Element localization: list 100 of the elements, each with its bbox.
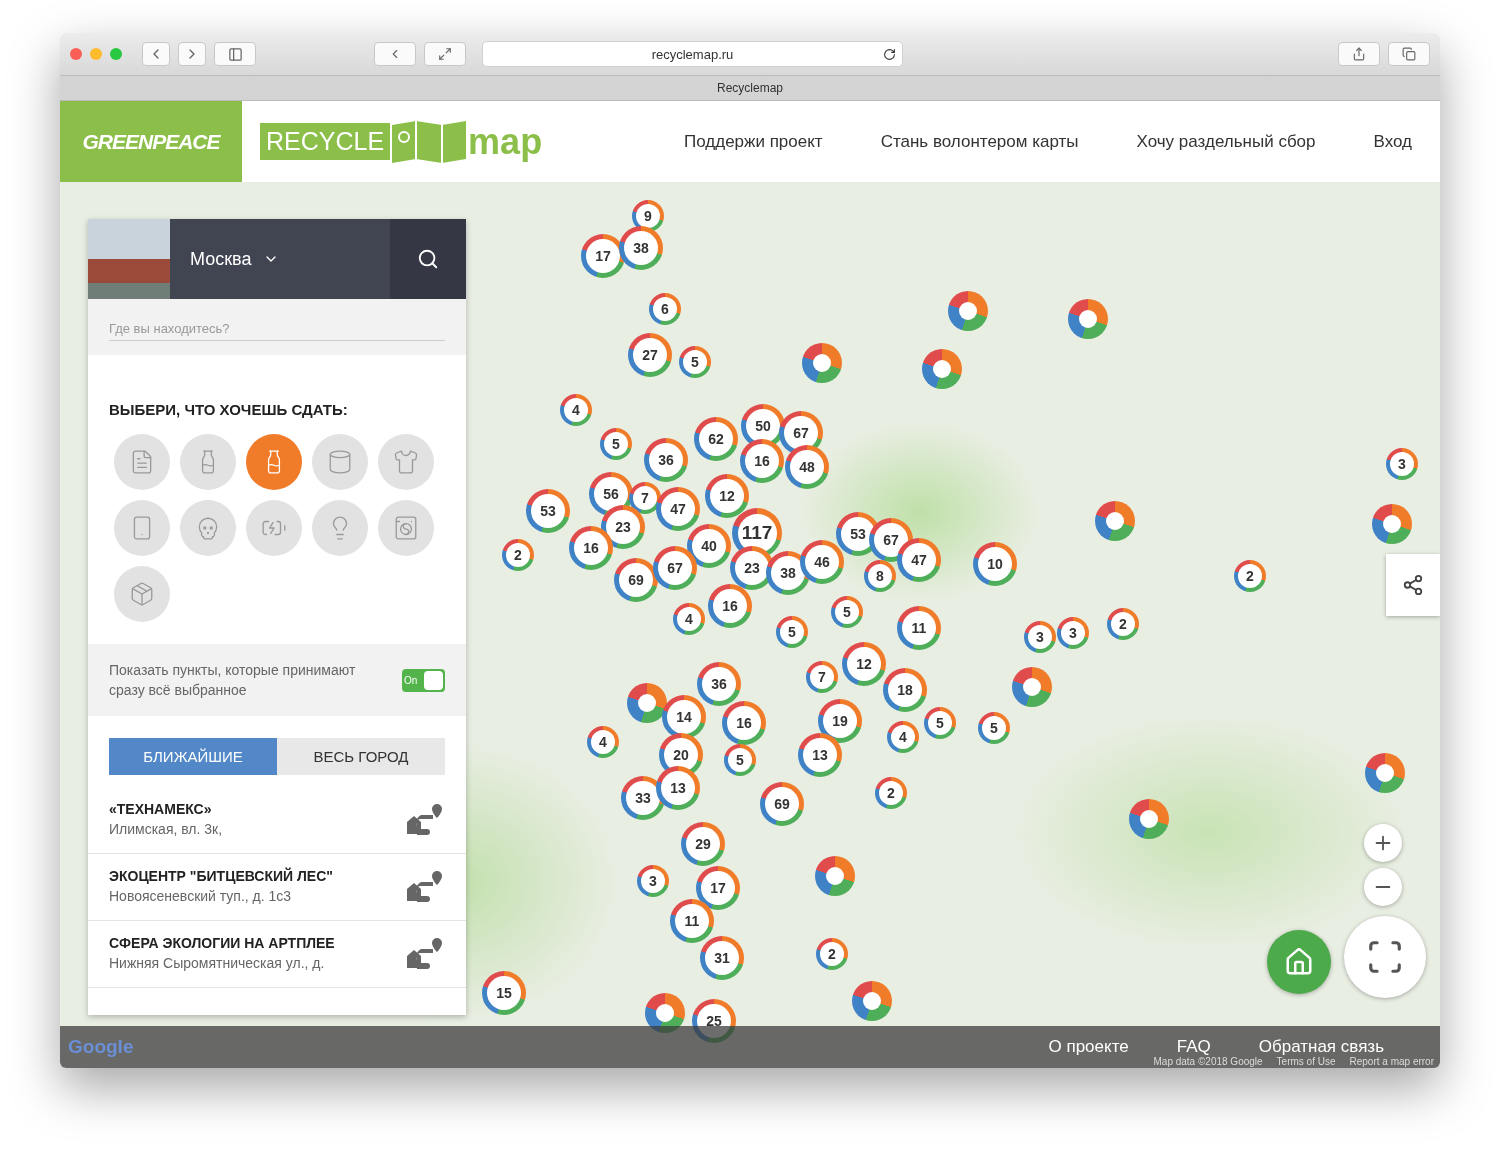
tabs-icon[interactable] <box>1402 47 1416 61</box>
cluster-marker[interactable]: 2 <box>502 539 534 571</box>
point-name[interactable]: ЭКОЦЕНТР "БИТЦЕВСКИЙ ЛЕС" <box>109 868 401 884</box>
city-dropdown[interactable]: Москва <box>170 219 390 299</box>
cluster-marker[interactable]: 14 <box>662 695 706 739</box>
category-button[interactable] <box>114 566 170 622</box>
tabs-button[interactable] <box>1388 42 1430 66</box>
cluster-marker[interactable]: 47 <box>656 487 700 531</box>
cluster-marker[interactable]: 10 <box>973 542 1017 586</box>
nav-link[interactable]: Хочу раздельный сбор <box>1136 131 1316 152</box>
location-field[interactable]: Где вы находитесь? <box>109 317 445 341</box>
map-attribution[interactable]: Terms of Use <box>1276 1056 1336 1067</box>
list-tab[interactable]: БЛИЖАЙШИЕ <box>109 738 277 775</box>
cluster-marker[interactable]: 47 <box>897 538 941 582</box>
cluster-marker[interactable]: 11 <box>670 899 714 943</box>
pie-marker-icon[interactable] <box>1129 799 1169 839</box>
zoom-window-button[interactable] <box>110 48 122 60</box>
cluster-marker[interactable]: 3 <box>637 865 669 897</box>
cluster-marker[interactable]: 12 <box>842 642 886 686</box>
cluster-marker[interactable]: 3 <box>1024 621 1056 653</box>
cluster-marker[interactable]: 69 <box>614 558 658 602</box>
share-icon[interactable] <box>1352 47 1366 61</box>
pie-marker-icon[interactable] <box>1095 501 1135 541</box>
cluster-marker[interactable]: 5 <box>978 712 1010 744</box>
cluster-marker[interactable]: 16 <box>740 439 784 483</box>
footer-link[interactable]: Обратная связь <box>1258 1037 1384 1057</box>
cluster-marker[interactable]: 9 <box>632 200 664 232</box>
category-button[interactable] <box>246 434 302 490</box>
cluster-marker[interactable]: 13 <box>798 733 842 777</box>
cluster-marker[interactable]: 33 <box>621 776 665 820</box>
location-search-panel[interactable]: Где вы находитесь? <box>88 299 466 355</box>
expand-icon[interactable] <box>438 47 452 61</box>
cluster-marker[interactable]: 5 <box>679 346 711 378</box>
sidebar-icon[interactable] <box>227 46 243 62</box>
can-icon[interactable] <box>327 449 353 475</box>
cluster-marker[interactable]: 17 <box>696 866 740 910</box>
cluster-marker[interactable]: 2 <box>1107 608 1139 640</box>
address-bar[interactable]: recyclemap.ru <box>482 41 903 67</box>
category-button[interactable] <box>378 500 434 556</box>
map-background[interactable] <box>60 182 1440 1068</box>
footer-link[interactable]: О проекте <box>1048 1037 1129 1057</box>
shirt-icon[interactable] <box>393 449 419 475</box>
nav-link[interactable]: Поддержи проект <box>684 131 823 152</box>
footer-link[interactable]: FAQ <box>1176 1037 1211 1057</box>
cluster-marker[interactable]: 36 <box>697 662 741 706</box>
cluster-marker[interactable]: 38 <box>619 226 663 270</box>
cluster-marker[interactable]: 40 <box>687 524 731 568</box>
pie-marker-icon[interactable] <box>1372 504 1412 544</box>
cluster-marker[interactable]: 4 <box>560 394 592 426</box>
cluster-marker[interactable]: 2 <box>816 938 848 970</box>
cluster-marker[interactable]: 2 <box>1234 560 1266 592</box>
share-icon[interactable] <box>1402 574 1424 596</box>
cluster-marker[interactable]: 67 <box>653 546 697 590</box>
cluster-marker[interactable]: 5 <box>600 428 632 460</box>
category-button[interactable] <box>114 500 170 556</box>
map-attribution[interactable]: Report a map error <box>1349 1056 1434 1067</box>
cluster-marker[interactable]: 7 <box>806 661 838 693</box>
add-point-button[interactable] <box>1267 930 1331 994</box>
cluster-marker[interactable]: 62 <box>694 417 738 461</box>
category-button[interactable] <box>114 434 170 490</box>
point-name[interactable]: СФЕРА ЭКОЛОГИИ НА АРТПЛЕЕ <box>109 935 401 951</box>
pie-marker-icon[interactable] <box>852 981 892 1021</box>
cluster-marker[interactable]: 48 <box>785 445 829 489</box>
category-button[interactable] <box>180 500 236 556</box>
pie-marker-icon[interactable] <box>815 856 855 896</box>
cluster-marker[interactable]: 5 <box>831 596 863 628</box>
cluster-marker[interactable]: 46 <box>800 540 844 584</box>
nav-link[interactable]: Стань волонтером карты <box>880 131 1079 152</box>
cluster-marker[interactable]: 3 <box>1057 617 1089 649</box>
box-icon[interactable] <box>129 581 155 607</box>
cluster-marker[interactable]: 16 <box>569 526 613 570</box>
cluster-marker[interactable]: 69 <box>760 782 804 826</box>
house-icon[interactable] <box>1284 947 1314 977</box>
category-button[interactable] <box>246 500 302 556</box>
category-button[interactable] <box>312 434 368 490</box>
search-icon[interactable] <box>417 248 439 270</box>
pie-marker-icon[interactable] <box>948 291 988 331</box>
point-name[interactable]: «ТЕХНАМЕКС» <box>109 801 401 817</box>
category-button[interactable] <box>312 500 368 556</box>
cluster-marker[interactable]: 27 <box>628 333 672 377</box>
cluster-marker[interactable]: 5 <box>924 707 956 739</box>
close-window-button[interactable] <box>70 48 82 60</box>
fullscreen-icon[interactable] <box>1366 938 1404 976</box>
reload-icon[interactable] <box>883 47 896 61</box>
cluster-marker[interactable]: 4 <box>887 721 919 753</box>
cluster-marker[interactable]: 36 <box>644 438 688 482</box>
cluster-marker[interactable]: 5 <box>724 744 756 776</box>
fit-view-button[interactable] <box>1344 916 1426 998</box>
pie-marker-icon[interactable] <box>1012 667 1052 707</box>
pie-marker-icon[interactable] <box>1068 299 1108 339</box>
list-tab[interactable]: ВЕСЬ ГОРОД <box>277 738 445 775</box>
cluster-marker[interactable]: 16 <box>722 701 766 745</box>
category-button[interactable] <box>378 434 434 490</box>
cluster-marker[interactable]: 4 <box>587 726 619 758</box>
cluster-marker[interactable]: 31 <box>700 936 744 980</box>
cluster-marker[interactable]: 2 <box>875 777 907 809</box>
cluster-marker[interactable]: 3 <box>1386 448 1418 480</box>
cluster-marker[interactable]: 16 <box>708 584 752 628</box>
pie-marker-icon[interactable] <box>627 683 667 723</box>
cluster-marker[interactable]: 29 <box>681 822 725 866</box>
